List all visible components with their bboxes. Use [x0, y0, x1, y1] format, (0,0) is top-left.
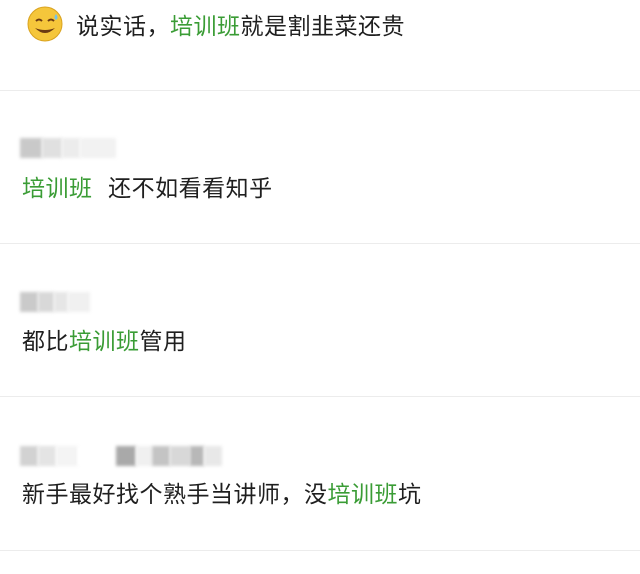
highlight-link-training-class[interactable]: 培训班	[22, 176, 93, 202]
highlight-link-training-class[interactable]: 培训班	[69, 329, 140, 355]
blurred-username	[20, 292, 90, 312]
highlight-link-training-class[interactable]: 培训班	[328, 482, 399, 508]
comment-segment: 还不如看看知乎	[92, 176, 273, 202]
divider	[0, 90, 640, 91]
divider	[0, 396, 640, 397]
comment-segment: 管用	[139, 329, 187, 355]
comment-text: 说实话，培训班就是割韭菜还贵	[76, 12, 405, 42]
comment-text: 新手最好找个熟手当讲师，没培训班坑	[22, 480, 422, 510]
comment-segment: 就是割韭菜还贵	[240, 14, 405, 40]
comment-segment: 新手最好找个熟手当讲师，没	[22, 482, 328, 508]
blurred-username	[20, 138, 116, 158]
blurred-username	[20, 446, 222, 466]
comment-segment: 都比	[22, 329, 69, 355]
comment-segment: 坑	[398, 482, 422, 508]
comment-text: 培训班 还不如看看知乎	[22, 174, 273, 204]
comment-text: 都比培训班管用	[22, 327, 187, 357]
grinning-sweat-face-icon	[27, 6, 63, 42]
highlight-link-training-class[interactable]: 培训班	[170, 14, 241, 40]
divider	[0, 550, 640, 551]
comment-segment: 说实话，	[76, 14, 170, 40]
divider	[0, 243, 640, 244]
comment-feed: 说实话，培训班就是割韭菜还贵 培训班 还不如看看知乎 都比培训班管用 新手最好找…	[0, 0, 640, 574]
